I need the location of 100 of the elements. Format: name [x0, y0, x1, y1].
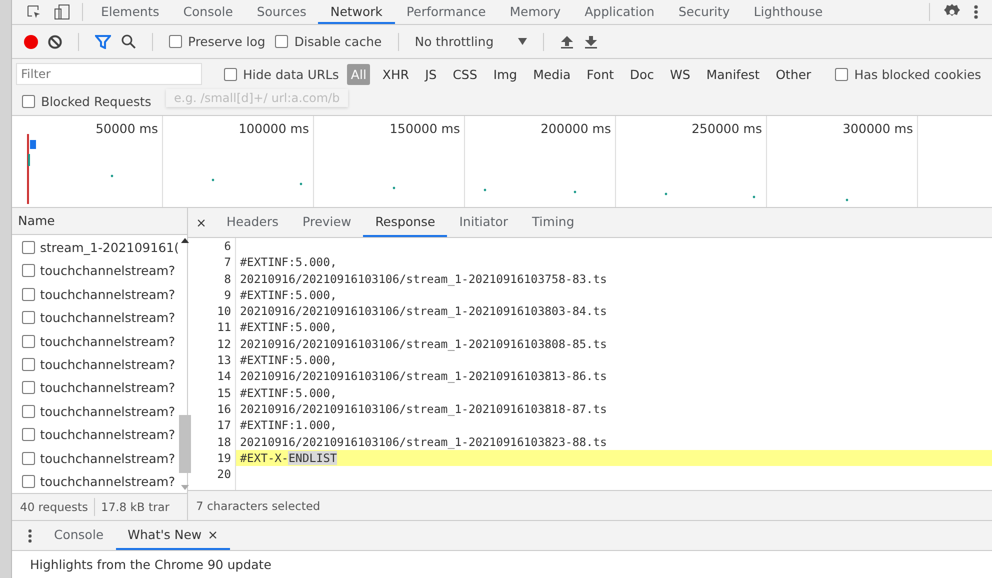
type-filter[interactable]: Media [529, 64, 575, 84]
search-icon[interactable] [121, 34, 136, 49]
request-row[interactable]: touchchannelstream? [12, 446, 179, 470]
line-number: 20 [217, 466, 231, 482]
filter-field[interactable]: Filter [16, 63, 202, 85]
whats-new-text: Highlights from the Chrome 90 update [29, 556, 272, 574]
line-number: 8 [224, 270, 231, 287]
line-number: 12 [217, 336, 231, 352]
type-filter[interactable]: WS [666, 64, 694, 84]
request-row[interactable]: touchchannelstream? [12, 400, 179, 423]
code-line: 20210916/20210916103106/stream_1-20210916103803-84.ts [239, 303, 608, 320]
line-number: 19 [217, 450, 231, 466]
scroll-up-icon[interactable] [180, 238, 189, 243]
type-filter[interactable]: Manifest [702, 64, 764, 84]
drawer-tab[interactable]: What's New × [116, 521, 230, 550]
panel-tab[interactable]: Performance [394, 0, 498, 24]
line-number: 14 [217, 368, 231, 385]
request-row[interactable]: touchchannelstream? [12, 422, 179, 446]
line-number: 18 [217, 434, 231, 450]
detail-tab[interactable]: Initiator [447, 208, 520, 237]
code-line: #EXTINF:5.000, [239, 254, 338, 271]
filter-icon[interactable] [95, 34, 111, 48]
code-line: #EXTINF:5.000, [239, 384, 338, 401]
tooltip: e.g. /small[d]+/ url:a.com/b [166, 89, 348, 107]
request-row[interactable]: touchchannelstream? [12, 329, 179, 353]
line-number: 16 [217, 400, 231, 418]
checkbox[interactable]: Disable cache [275, 34, 382, 49]
more-icon[interactable] [974, 4, 978, 20]
type-filter[interactable]: XHR [378, 64, 414, 84]
download-icon[interactable] [584, 34, 598, 48]
detail-tab[interactable]: Timing [520, 208, 586, 237]
type-filter[interactable]: Other [772, 64, 816, 84]
code-line: 20210916/20210916103106/stream_1-20210916103758-83.ts [239, 270, 608, 287]
request-count: 40 requests [20, 500, 88, 514]
request-row[interactable]: touchchannelstream? [12, 259, 179, 283]
time-tick: 300000 ms [842, 121, 913, 136]
line-number: 13 [217, 352, 231, 368]
request-row[interactable]: touchchannelstream? [12, 376, 179, 400]
panel-tab[interactable]: Elements [89, 0, 172, 24]
panel-tab[interactable]: Lighthouse [742, 0, 835, 24]
scrollbar-thumb[interactable] [178, 415, 191, 474]
code-line: 20210916/20210916103106/stream_1-20210916103818-87.ts [239, 400, 608, 418]
time-tick: 150000 ms [390, 121, 460, 136]
panel-tab[interactable]: Memory [498, 0, 573, 24]
line-number: 15 [217, 384, 231, 401]
code-line: #EXTINF:1.000, [239, 417, 338, 434]
time-tick: 50000 ms [96, 121, 158, 136]
inspect-icon[interactable] [26, 4, 42, 20]
type-filter[interactable]: Img [489, 64, 522, 84]
request-row[interactable]: touchchannelstream? [12, 282, 179, 306]
throttling-select[interactable]: No throttling [414, 34, 527, 49]
type-filter[interactable]: JS [421, 64, 441, 84]
selection-status: 7 characters selected [188, 490, 992, 520]
request-row[interactable]: stream_1-202109161( [12, 236, 179, 260]
code-line: #EXTINF:5.000, [239, 352, 338, 368]
checkbox[interactable]: Hide data URLs [224, 66, 339, 82]
name-column-header[interactable]: Name [12, 208, 187, 235]
checkbox[interactable]: Has blocked cookies [835, 66, 982, 82]
line-number: 17 [217, 417, 231, 434]
type-filter[interactable]: Doc [626, 64, 658, 84]
line-number: 7 [224, 254, 231, 271]
time-tick: 200000 ms [540, 121, 611, 136]
timeline-dots-drawing [110, 174, 114, 178]
request-row[interactable]: touchchannelstream? [12, 470, 179, 494]
line-number: 10 [217, 303, 231, 320]
detail-tab[interactable]: Headers [214, 208, 291, 237]
panel-tab[interactable]: Sources [244, 0, 318, 24]
panel-tab[interactable]: Console [171, 0, 245, 24]
timeline-marker-drawing [27, 134, 36, 204]
detail-tab[interactable]: Preview [290, 208, 364, 237]
panel-tab[interactable]: Application [572, 0, 666, 24]
transfer-size: 17.8 kB trar [101, 500, 170, 514]
line-number: 9 [224, 286, 231, 304]
upload-icon[interactable] [560, 34, 574, 48]
type-filter[interactable]: CSS [448, 64, 482, 84]
code-line: 20210916/20210916103106/stream_1-20210916103813-86.ts [239, 368, 608, 385]
time-tick: 100000 ms [238, 121, 309, 136]
timeline-dots-drawing [392, 186, 396, 190]
time-tick: 250000 ms [692, 121, 762, 136]
code-line: 20210916/20210916103106/stream_1-20210916103808-85.ts [239, 336, 608, 352]
device-toolbar-icon[interactable] [54, 4, 70, 20]
request-row[interactable]: touchchannelstream? [12, 352, 179, 376]
checkbox[interactable]: Preserve log [169, 34, 266, 49]
request-row[interactable]: touchchannelstream? [12, 306, 179, 330]
code-line: #EXTINF:5.000, [239, 319, 338, 336]
detail-tab[interactable]: Response [363, 208, 448, 237]
caret-icon [518, 38, 527, 45]
timeline-dots-drawing [846, 198, 848, 202]
panel-tab[interactable]: Security [666, 0, 742, 24]
record-icon[interactable] [24, 34, 38, 48]
checkbox[interactable]: Blocked Requests [22, 94, 152, 108]
scrollbar[interactable] [0, 0, 12, 578]
close-icon[interactable]: × [208, 527, 218, 542]
code-line: 20210916/20210916103106/stream_1-20210916103823-88.ts [239, 434, 608, 450]
type-filter[interactable]: Font [582, 64, 618, 84]
clear-icon[interactable] [48, 34, 62, 48]
line-number: 6 [224, 238, 231, 254]
line-number: 11 [217, 319, 231, 336]
close-button[interactable]: × [188, 215, 214, 230]
drawer-tab[interactable]: Console [42, 521, 116, 550]
